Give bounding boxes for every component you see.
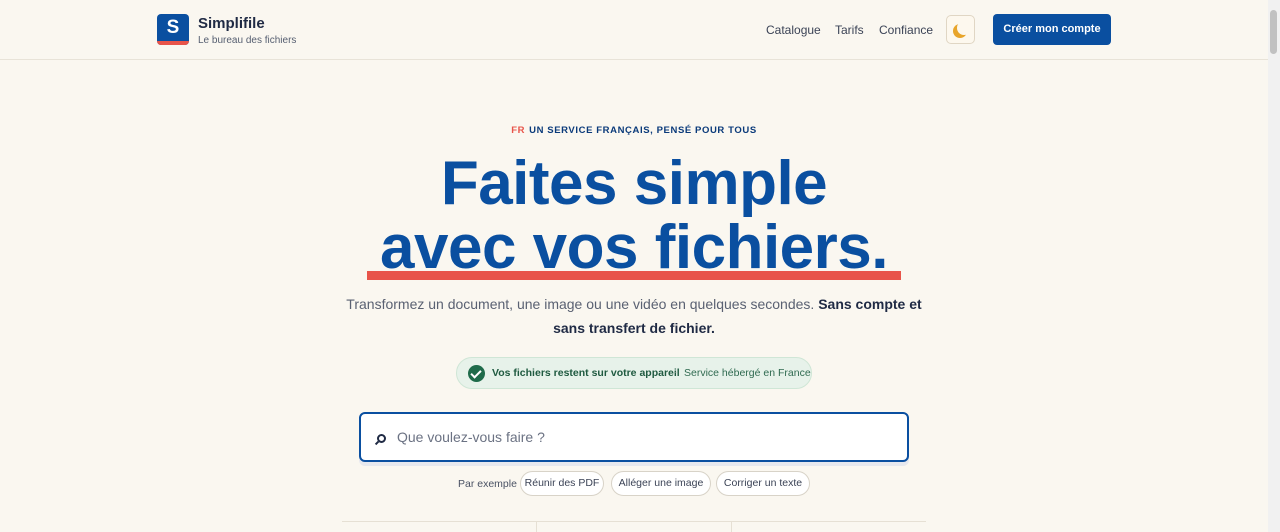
search-box [359, 412, 909, 462]
trust-badge: Vos fichiers restent sur votre appareil … [456, 357, 812, 389]
example-chip-merge-pdf[interactable]: Réunir des PDF [520, 471, 604, 496]
trust-separator: · [674, 367, 678, 378]
trust-main-text: Vos fichiers restent sur votre appareil [492, 367, 680, 379]
example-chip-compress-image[interactable]: Alléger une image [611, 471, 711, 496]
eyebrow-flag: FR [511, 125, 526, 136]
create-account-button[interactable]: Créer mon compte [993, 14, 1111, 45]
search-input[interactable] [397, 426, 887, 448]
brand-tagline: Le bureau des fichiers [198, 35, 297, 46]
nav-link-tarifs[interactable]: Tarifs [835, 23, 864, 37]
check-circle-icon [468, 365, 485, 382]
page-scrollbar[interactable] [1268, 0, 1280, 532]
hero-eyebrow: FR UN SERVICE FRANÇAIS, PENSÉ POUR TOUS [0, 125, 1268, 136]
moon-icon [957, 21, 971, 35]
title-underline [367, 271, 901, 280]
nav-link-catalogue[interactable]: Catalogue [766, 23, 821, 37]
brand-name[interactable]: Simplifile [198, 15, 265, 32]
search-icon [377, 434, 386, 443]
nav-link-confiance[interactable]: Confiance [879, 23, 933, 37]
hero-title-line1: Faites simple [440, 149, 828, 218]
logo-letter: S [166, 17, 180, 38]
section-divider [342, 521, 926, 522]
scrollbar-thumb[interactable] [1270, 10, 1277, 54]
example-chip-fix-text[interactable]: Corriger un texte [716, 471, 810, 496]
logo-accent-bar [157, 41, 189, 45]
trust-sub-text: Service hébergé en France [684, 367, 811, 379]
eyebrow-text: UN SERVICE FRANÇAIS, PENSÉ POUR TOUS [529, 125, 757, 136]
hero-subtitle: Transformez un document, une image ou un… [340, 292, 928, 340]
section-divider-tick [536, 521, 537, 532]
site-header: S Simplifile Le bureau des fichiers Cata… [0, 0, 1268, 60]
section-divider-tick [731, 521, 732, 532]
theme-toggle-button[interactable] [946, 15, 975, 44]
subtitle-plain: Transformez un document, une image ou un… [346, 296, 815, 312]
examples-label: Par exemple [458, 478, 517, 490]
logo-icon[interactable]: S [157, 14, 189, 45]
